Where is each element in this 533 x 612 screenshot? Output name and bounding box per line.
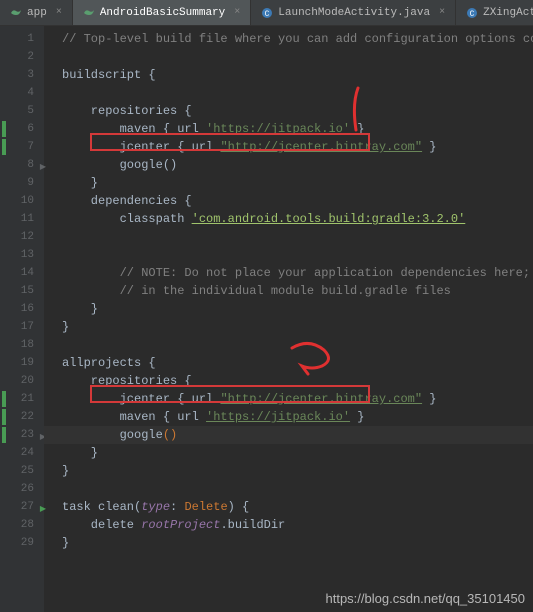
line-number[interactable]: 22	[0, 408, 44, 426]
line-number[interactable]: 19	[0, 354, 44, 372]
code-url: 'https://jitpack.io'	[206, 410, 350, 424]
code-text: dependencies {	[62, 194, 192, 208]
line-number[interactable]: 28	[0, 516, 44, 534]
code-text: jcenter { url	[62, 140, 220, 154]
line-number[interactable]: 29	[0, 534, 44, 552]
tab-launchmodeactivity[interactable]: C LaunchModeActivity.java ×	[251, 0, 456, 25]
code-text: rootProject	[141, 518, 220, 532]
code-text: task clean(	[62, 500, 141, 514]
tab-label: AndroidBasicSummary	[100, 7, 225, 19]
change-marker	[2, 139, 6, 155]
code-text: }	[422, 140, 436, 154]
line-number[interactable]: 26	[0, 480, 44, 498]
java-class-icon: C	[261, 7, 273, 19]
code-text: allprojects {	[62, 356, 156, 370]
code-text: google()	[62, 158, 177, 172]
line-number[interactable]: 10	[0, 192, 44, 210]
line-number[interactable]: 13	[0, 246, 44, 264]
code-text: }	[62, 464, 69, 478]
code-dependency: 'com.android.tools.build:gradle:3.2.0'	[192, 212, 466, 226]
line-number[interactable]: 4	[0, 84, 44, 102]
code-text: :	[170, 500, 184, 514]
line-number[interactable]: 18	[0, 336, 44, 354]
line-number[interactable]: 27▶	[0, 498, 44, 516]
line-number[interactable]: 7	[0, 138, 44, 156]
svg-text:C: C	[265, 10, 270, 19]
code-text: }	[62, 302, 98, 316]
line-number[interactable]: 11	[0, 210, 44, 228]
code-text: buildscript {	[62, 68, 156, 82]
code-text: classpath	[62, 212, 192, 226]
tab-app[interactable]: app ×	[0, 0, 73, 25]
code-text: ) {	[228, 500, 250, 514]
code-text: type	[141, 500, 170, 514]
close-icon[interactable]: ×	[439, 7, 445, 18]
line-number[interactable]: 20	[0, 372, 44, 390]
change-marker	[2, 391, 6, 407]
gradle-icon	[83, 7, 95, 19]
code-area[interactable]: // Top-level build file where you can ad…	[44, 26, 533, 612]
change-marker	[2, 409, 6, 425]
code-text: ()	[163, 428, 177, 442]
line-number[interactable]: 2	[0, 48, 44, 66]
close-icon[interactable]: ×	[234, 7, 240, 18]
line-number[interactable]: 5	[0, 102, 44, 120]
editor-tabs: app × AndroidBasicSummary × C LaunchMode…	[0, 0, 533, 26]
line-number[interactable]: 6	[0, 120, 44, 138]
line-number[interactable]: 8▶	[0, 156, 44, 174]
tab-label: LaunchModeActivity.java	[278, 7, 430, 19]
code-text: // in the individual module build.gradle…	[62, 284, 451, 298]
code-text: }	[62, 320, 69, 334]
line-number[interactable]: 12	[0, 228, 44, 246]
code-text: jcenter { url	[62, 392, 220, 406]
code-url: "http://jcenter.bintray.com"	[220, 392, 422, 406]
tab-zxingactivity[interactable]: C ZXingActi	[456, 0, 533, 25]
line-number[interactable]: 24	[0, 444, 44, 462]
watermark: https://blog.csdn.net/qq_35101450	[326, 591, 526, 606]
code-text: repositories {	[62, 374, 192, 388]
code-text: // Top-level build file where you can ad…	[62, 32, 533, 46]
code-text: delete	[62, 518, 141, 532]
line-number[interactable]: 25	[0, 462, 44, 480]
line-number[interactable]: 21	[0, 390, 44, 408]
code-text: }	[350, 410, 364, 424]
code-text: maven { url	[62, 410, 206, 424]
code-text: .buildDir	[220, 518, 285, 532]
change-marker	[2, 427, 6, 443]
gradle-icon	[10, 7, 22, 19]
line-number[interactable]: 14	[0, 264, 44, 282]
code-text: maven { url	[62, 122, 206, 136]
line-number[interactable]: 16	[0, 300, 44, 318]
code-text: }	[350, 122, 364, 136]
code-url: "http://jcenter.bintray.com"	[220, 140, 422, 154]
code-text: }	[62, 176, 98, 190]
code-editor: 1 2 3 4 5 6 7 8▶ 9 10 11 12 13 14 15 16 …	[0, 26, 533, 612]
change-marker	[2, 121, 6, 137]
close-icon[interactable]: ×	[56, 7, 62, 18]
line-number[interactable]: 15	[0, 282, 44, 300]
code-text: }	[422, 392, 436, 406]
svg-text:C: C	[470, 10, 475, 19]
code-text: }	[62, 446, 98, 460]
code-url: 'https://jitpack.io'	[206, 122, 350, 136]
code-text: // NOTE: Do not place your application d…	[62, 266, 533, 280]
line-number[interactable]: 9	[0, 174, 44, 192]
line-number[interactable]: 17	[0, 318, 44, 336]
code-text: Delete	[184, 500, 227, 514]
code-text: google	[62, 428, 163, 442]
line-number[interactable]: 23💡▶	[0, 426, 44, 444]
code-text: repositories {	[62, 104, 192, 118]
code-text: }	[62, 536, 69, 550]
gutter: 1 2 3 4 5 6 7 8▶ 9 10 11 12 13 14 15 16 …	[0, 26, 44, 612]
tab-label: app	[27, 7, 47, 19]
line-number[interactable]: 3	[0, 66, 44, 84]
tab-androidbasicsummary[interactable]: AndroidBasicSummary ×	[73, 0, 251, 25]
tab-label: ZXingActi	[483, 7, 533, 19]
java-class-icon: C	[466, 7, 478, 19]
line-number[interactable]: 1	[0, 30, 44, 48]
